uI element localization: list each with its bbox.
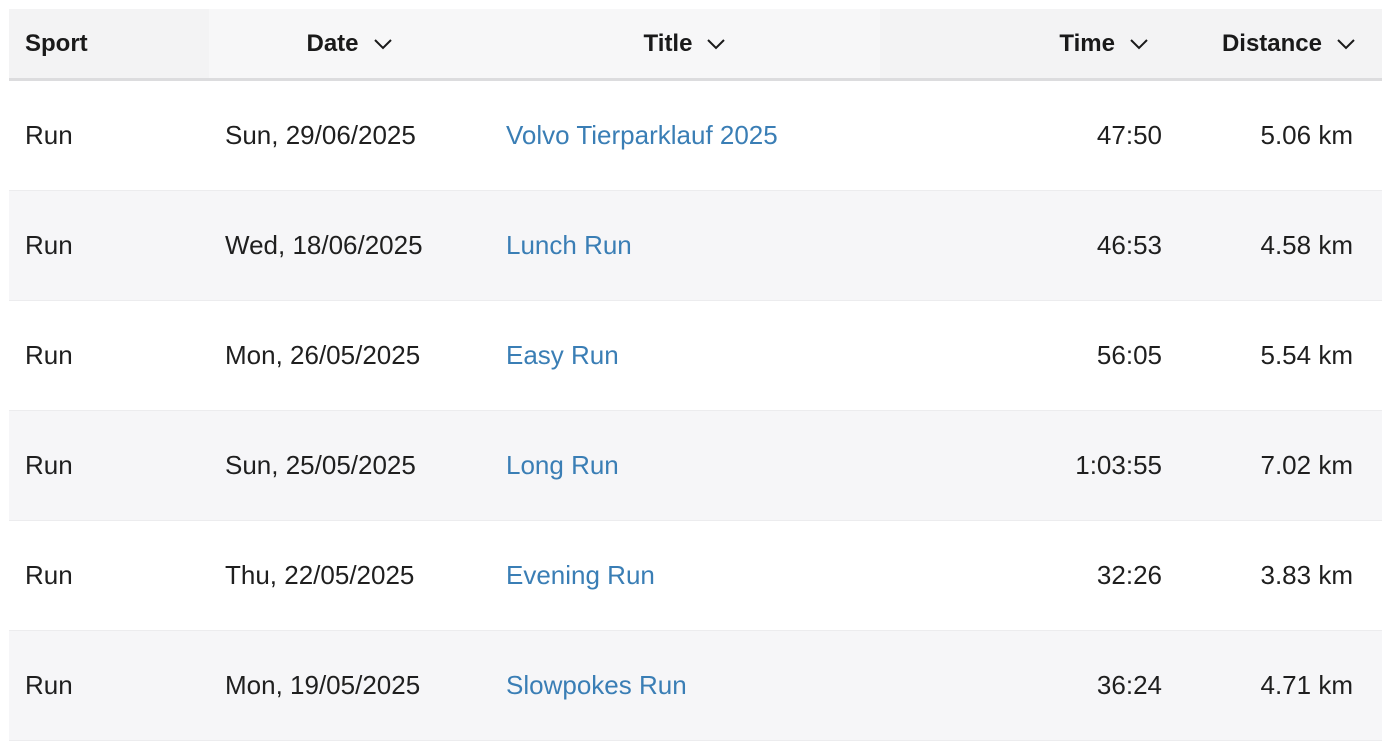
title-cell: Volvo Tierparklauf 2025 bbox=[490, 79, 880, 191]
date-cell: Thu, 22/05/2025 bbox=[209, 520, 490, 631]
distance-cell: 4.58 km bbox=[1171, 190, 1382, 301]
sport-cell: Run bbox=[9, 79, 209, 191]
distance-cell: 7.02 km bbox=[1171, 410, 1382, 521]
column-header-time-label[interactable]: Time bbox=[1059, 30, 1115, 58]
title-cell: Slowpokes Run bbox=[490, 630, 880, 741]
activity-title-link[interactable]: Slowpokes Run bbox=[506, 670, 687, 700]
time-cell: 32:26 bbox=[880, 520, 1171, 631]
table-body: Run Sun, 29/06/2025 Volvo Tierparklauf 2… bbox=[9, 79, 1382, 741]
time-cell: 47:50 bbox=[880, 79, 1171, 191]
table-row: Run Mon, 19/05/2025 Slowpokes Run 36:24 … bbox=[9, 630, 1382, 741]
table-row: Run Wed, 18/06/2025 Lunch Run 46:53 4.58… bbox=[9, 190, 1382, 301]
chevron-down-icon[interactable] bbox=[1336, 37, 1356, 51]
title-cell: Evening Run bbox=[490, 520, 880, 631]
sport-cell: Run bbox=[9, 190, 209, 301]
activity-title-link[interactable]: Evening Run bbox=[506, 560, 655, 590]
title-cell: Easy Run bbox=[490, 300, 880, 411]
column-header-distance-label[interactable]: Distance bbox=[1222, 30, 1322, 58]
sport-cell: Run bbox=[9, 300, 209, 411]
distance-cell: 5.54 km bbox=[1171, 300, 1382, 411]
title-cell: Lunch Run bbox=[490, 190, 880, 301]
table-header: Sport Date Title Time Distance bbox=[9, 9, 1382, 81]
time-cell: 56:05 bbox=[880, 300, 1171, 411]
activity-title-link[interactable]: Easy Run bbox=[506, 340, 619, 370]
column-header-date-label[interactable]: Date bbox=[306, 30, 358, 58]
header-row: Sport Date Title Time Distance bbox=[9, 9, 1382, 81]
table-row: Run Sun, 29/06/2025 Volvo Tierparklauf 2… bbox=[9, 79, 1382, 191]
date-cell: Wed, 18/06/2025 bbox=[209, 190, 490, 301]
column-header-time[interactable]: Time bbox=[880, 9, 1171, 81]
activities-table: Sport Date Title Time Distance Run Sun, … bbox=[9, 9, 1382, 741]
activities-table-container: Sport Date Title Time Distance Run Sun, … bbox=[9, 9, 1382, 741]
distance-cell: 3.83 km bbox=[1171, 520, 1382, 631]
column-header-sport: Sport bbox=[9, 9, 209, 81]
column-header-title-label[interactable]: Title bbox=[644, 30, 693, 58]
sport-cell: Run bbox=[9, 520, 209, 631]
chevron-down-icon[interactable] bbox=[373, 37, 393, 51]
time-cell: 36:24 bbox=[880, 630, 1171, 741]
table-row: Run Mon, 26/05/2025 Easy Run 56:05 5.54 … bbox=[9, 300, 1382, 411]
distance-cell: 5.06 km bbox=[1171, 79, 1382, 191]
date-cell: Sun, 25/05/2025 bbox=[209, 410, 490, 521]
title-cell: Long Run bbox=[490, 410, 880, 521]
sport-cell: Run bbox=[9, 630, 209, 741]
activity-title-link[interactable]: Lunch Run bbox=[506, 230, 632, 260]
sport-cell: Run bbox=[9, 410, 209, 521]
column-header-date[interactable]: Date bbox=[209, 9, 490, 81]
activity-title-link[interactable]: Volvo Tierparklauf 2025 bbox=[506, 120, 778, 150]
distance-cell: 4.71 km bbox=[1171, 630, 1382, 741]
table-row: Run Thu, 22/05/2025 Evening Run 32:26 3.… bbox=[9, 520, 1382, 631]
table-row: Run Sun, 25/05/2025 Long Run 1:03:55 7.0… bbox=[9, 410, 1382, 521]
column-header-distance[interactable]: Distance bbox=[1171, 9, 1382, 81]
time-cell: 46:53 bbox=[880, 190, 1171, 301]
column-header-sport-label: Sport bbox=[25, 29, 88, 57]
date-cell: Mon, 19/05/2025 bbox=[209, 630, 490, 741]
date-cell: Mon, 26/05/2025 bbox=[209, 300, 490, 411]
chevron-down-icon[interactable] bbox=[1129, 37, 1149, 51]
chevron-down-icon[interactable] bbox=[706, 37, 726, 51]
time-cell: 1:03:55 bbox=[880, 410, 1171, 521]
column-header-title[interactable]: Title bbox=[490, 9, 880, 81]
activity-title-link[interactable]: Long Run bbox=[506, 450, 619, 480]
date-cell: Sun, 29/06/2025 bbox=[209, 79, 490, 191]
